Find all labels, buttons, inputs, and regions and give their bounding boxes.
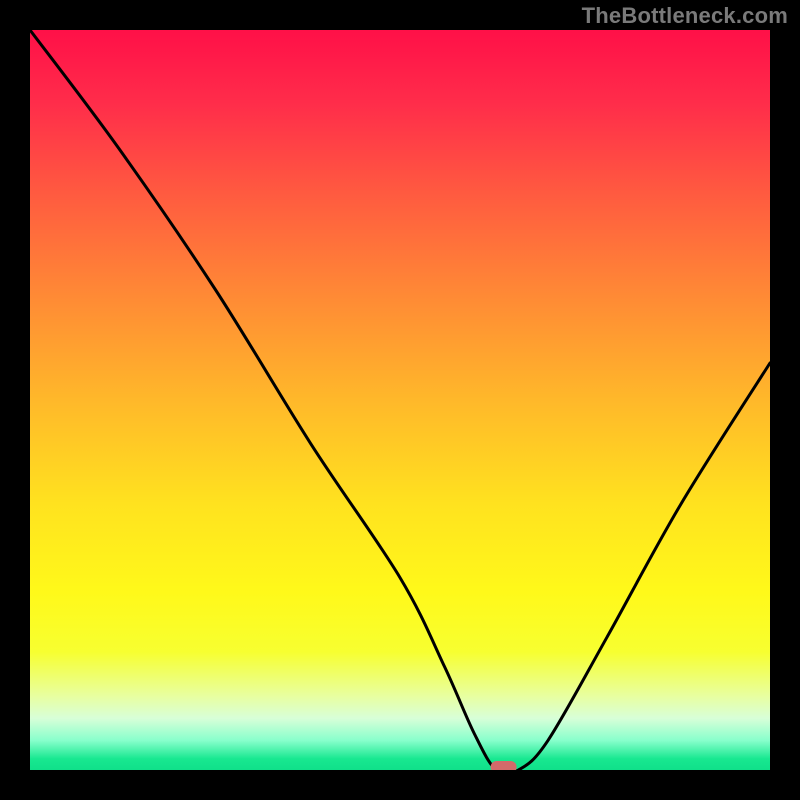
chart-frame: TheBottleneck.com (0, 0, 800, 800)
watermark-text: TheBottleneck.com (582, 3, 788, 29)
bottleneck-curve-path (30, 30, 770, 770)
plot-area (30, 30, 770, 770)
optimal-marker (491, 761, 517, 770)
curve-svg (30, 30, 770, 770)
